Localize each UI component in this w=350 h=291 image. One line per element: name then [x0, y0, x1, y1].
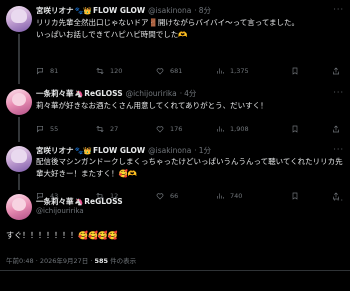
bookmark-button[interactable]	[291, 67, 299, 75]
tweet-text: 配信後マシンガンドークしまくっちゃったけどいっぱいうんうんって聴いてくれたリリカ…	[36, 157, 343, 178]
views-count: 1,908	[230, 125, 249, 133]
tweet-3[interactable]: 宮咲リオナ 🐾👑 FLOW GLOW @isakinona · 1分 ··· 配…	[0, 142, 350, 200]
more-icon[interactable]: ···	[333, 5, 344, 14]
avatar[interactable]	[6, 6, 32, 32]
bookmark-icon	[292, 125, 298, 133]
retweet-count: 120	[110, 67, 123, 75]
tweet-text: リリカ先輩全然出口じゃないドア🚪開けながらバイバイ〜って言ってました。 いっぱい…	[36, 18, 300, 39]
tweet-thread: 宮咲リオナ 🐾👑 FLOW GLOW @isakinona · 8分 ··· リ…	[0, 0, 350, 291]
like-icon	[156, 68, 164, 75]
share-button[interactable]	[332, 67, 340, 75]
timestamp[interactable]: 8分	[199, 5, 211, 17]
retweet-button[interactable]: 120	[96, 67, 122, 75]
more-icon[interactable]: ···	[333, 196, 344, 205]
retweet-icon	[96, 125, 104, 133]
tweet-header: 一条莉々華 🦄 ReGLOSS @ichijouririka · 4分	[36, 88, 197, 100]
focus-handle[interactable]: @ichijouririka	[36, 207, 84, 215]
like-count: 681	[170, 67, 183, 75]
avatar[interactable]	[6, 89, 32, 115]
reply-icon	[37, 126, 43, 133]
display-name[interactable]: 宮咲リオナ	[36, 5, 74, 17]
share-icon	[333, 125, 339, 133]
like-count: 176	[170, 125, 183, 133]
like-icon	[156, 193, 164, 200]
focus-avatar[interactable]	[6, 194, 32, 220]
group-name: ReGLOSS	[84, 89, 123, 98]
tweet-actions: 81 120 681 1,375	[36, 67, 344, 77]
like-button[interactable]: 176	[156, 125, 182, 133]
divider	[0, 270, 350, 271]
views-icon	[217, 193, 224, 199]
group-name: FLOW GLOW	[92, 6, 146, 15]
retweet-button[interactable]: 27	[96, 125, 118, 133]
retweet-icon	[96, 67, 104, 75]
bookmark-icon	[292, 192, 298, 200]
views-icon	[217, 126, 224, 132]
reply-count: 81	[50, 67, 59, 75]
reply-icon	[37, 68, 43, 75]
views-icon	[217, 68, 224, 74]
views-count: 740	[230, 192, 243, 200]
thread-line	[18, 34, 20, 84]
avatar[interactable]	[6, 146, 32, 172]
focus-views-count: 585	[94, 257, 109, 265]
like-button[interactable]: 66	[156, 192, 178, 200]
share-button[interactable]	[332, 125, 340, 133]
retweet-count: 27	[110, 125, 119, 133]
reply-button[interactable]: 55	[36, 125, 58, 133]
focus-meta: 午前0:48 · 2026年9月27日 · 585 件の表示	[6, 257, 137, 265]
group-name: ReGLOSS	[84, 197, 123, 206]
reply-button[interactable]: 81	[36, 67, 58, 75]
tweet-2[interactable]: 一条莉々華 🦄 ReGLOSS @ichijouririka · 4分 ··· …	[0, 84, 350, 142]
more-icon[interactable]: ···	[333, 88, 344, 97]
share-icon	[333, 67, 339, 75]
thread-line	[18, 117, 20, 142]
handle[interactable]: @isakinona	[148, 5, 191, 17]
handle[interactable]: @ichijouririka	[126, 88, 177, 100]
bookmark-icon	[292, 67, 298, 75]
like-button[interactable]: 681	[156, 67, 182, 75]
focus-date[interactable]: 2026年9月27日	[40, 257, 88, 265]
name-emoji: 🦄	[74, 90, 84, 98]
focus-views-label: 件の表示	[110, 257, 137, 265]
more-icon[interactable]: ···	[333, 145, 344, 154]
like-icon	[156, 126, 164, 133]
views-button[interactable]: 1,908	[216, 125, 249, 133]
like-count: 66	[170, 192, 179, 200]
views-button[interactable]: 740	[216, 192, 242, 200]
reply-count: 55	[50, 125, 59, 133]
bookmark-button[interactable]	[291, 192, 299, 200]
bookmark-button[interactable]	[291, 125, 299, 133]
views-count: 1,375	[230, 67, 249, 75]
name-emoji: 🐾👑	[74, 7, 92, 15]
focus-time[interactable]: 午前0:48	[6, 257, 34, 265]
tweet-actions: 55 27 176 1,908	[36, 125, 344, 135]
views-button[interactable]: 1,375	[216, 67, 249, 75]
tweet-1[interactable]: 宮咲リオナ 🐾👑 FLOW GLOW @isakinona · 8分 ··· リ…	[0, 0, 350, 84]
timestamp[interactable]: 4分	[184, 88, 196, 100]
display-name[interactable]: 一条莉々華	[36, 88, 74, 100]
thread-line	[18, 174, 20, 190]
focus-tweet-text: すぐ！！！！！！！🥰🥰🥰🥰	[6, 231, 118, 240]
tweet-header: 宮咲リオナ 🐾👑 FLOW GLOW @isakinona · 8分	[36, 5, 212, 17]
tweet-text: 莉々華が好きなお酒たくさん用意してくれてありがとう、だいすく！	[36, 101, 268, 110]
